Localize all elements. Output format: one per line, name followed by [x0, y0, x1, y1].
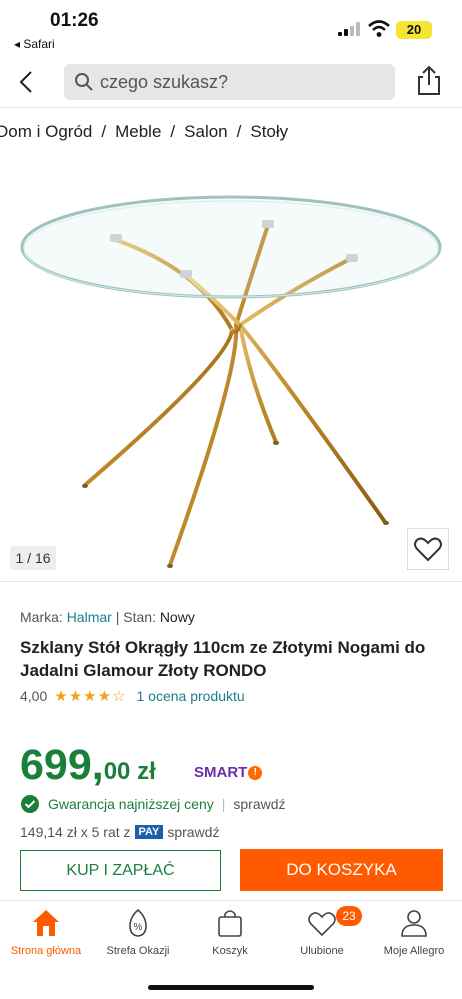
tab-deals[interactable]: % Strefa Okazji	[92, 907, 184, 957]
product-rating: 4,00 ★★★★☆ 1 ocena produktu	[20, 687, 245, 705]
installments-check-link[interactable]: sprawdź	[167, 824, 219, 840]
search-icon	[75, 73, 93, 91]
tab-home[interactable]: Strona główna	[0, 907, 92, 957]
favorites-count-badge: 23	[336, 906, 362, 926]
smart-badge[interactable]: SMART!	[194, 764, 263, 781]
tab-label: Moje Allegro	[383, 945, 445, 957]
tab-cart[interactable]: Koszyk	[184, 907, 276, 957]
guarantee-separator: |	[221, 796, 226, 812]
allegro-pay-logo: PAY	[134, 825, 164, 839]
breadcrumb-item[interactable]: Stoły	[250, 122, 288, 141]
home-indicator	[148, 985, 314, 990]
state-value: Nowy	[159, 609, 195, 625]
guarantee-text[interactable]: Gwarancja najniższej ceny	[48, 796, 214, 812]
guarantee-check-link[interactable]: sprawdź	[233, 796, 285, 812]
user-icon	[401, 910, 427, 937]
back-arrow-icon[interactable]	[14, 68, 42, 96]
tab-label: Ulubione	[300, 945, 344, 957]
rating-count-link[interactable]: 1 ocena produktu	[137, 688, 245, 704]
wifi-icon	[368, 20, 390, 37]
breadcrumb-item[interactable]: Meble	[115, 122, 161, 141]
smart-label: SMART	[194, 764, 248, 781]
buy-now-button[interactable]: KUP I ZAPŁAĆ	[20, 850, 221, 891]
installments-text: 149,14 zł x 5 rat z	[20, 824, 131, 840]
shield-check-icon	[21, 795, 39, 813]
product-price: 699,00 zł	[20, 741, 156, 790]
tab-label: Strefa Okazji	[106, 945, 170, 957]
heart-icon	[308, 912, 336, 937]
rating-stars: ★★★★☆	[54, 688, 127, 705]
percent-tag-icon: %	[129, 908, 147, 937]
product-meta: Marka: Halmar | Stan: Nowy	[20, 609, 195, 625]
state-label: | Stan:	[115, 609, 156, 625]
search-placeholder: czego szukasz?	[100, 72, 229, 92]
top-toolbar: czego szukasz?	[0, 56, 462, 108]
price-main: 699,	[20, 741, 104, 789]
home-icon	[33, 910, 59, 936]
gallery-counter: 1 / 16	[10, 546, 56, 570]
price-guarantee: Gwarancja najniższej ceny | sprawdź	[20, 794, 286, 814]
bag-icon	[218, 910, 242, 937]
smart-info-icon: !	[248, 765, 263, 780]
tab-label: Koszyk	[212, 945, 248, 957]
breadcrumb: Dom i Ogród / Meble / Salon / Stoły	[0, 122, 288, 142]
price-rest: 00 zł	[103, 758, 156, 785]
search-input[interactable]: czego szukasz?	[64, 64, 395, 100]
breadcrumb-item[interactable]: Dom i Ogród	[0, 122, 92, 141]
product-image	[20, 195, 442, 568]
brand-link[interactable]: Halmar	[67, 609, 112, 625]
add-to-cart-button[interactable]: DO KOSZYKA	[240, 849, 443, 891]
svg-text:%: %	[134, 922, 143, 933]
add-to-favorites-button[interactable]	[407, 528, 449, 570]
installments-info: 149,14 zł x 5 rat z PAY sprawdź	[20, 824, 219, 840]
product-gallery[interactable]	[0, 150, 462, 580]
signal-icon	[338, 22, 360, 36]
breadcrumb-item[interactable]: Salon	[184, 122, 227, 141]
battery-indicator: 20	[396, 21, 432, 39]
brand-label: Marka:	[20, 609, 63, 625]
heart-outline-icon	[414, 537, 442, 562]
product-title: Szklany Stół Okrągły 110cm ze Złotymi No…	[20, 638, 426, 680]
share-icon[interactable]	[414, 65, 444, 97]
purchase-bar: KUP I ZAPŁAĆ DO KOSZYKA	[0, 840, 462, 900]
divider	[0, 581, 462, 582]
status-bar: 01:26 ◂ Safari 20	[0, 0, 462, 56]
tab-label: Strona główna	[10, 945, 82, 957]
tab-my-allegro[interactable]: Moje Allegro	[368, 907, 460, 957]
back-to-safari-link[interactable]: ◂ Safari	[14, 37, 55, 51]
rating-value: 4,00	[20, 688, 48, 704]
status-time: 01:26	[50, 10, 99, 31]
